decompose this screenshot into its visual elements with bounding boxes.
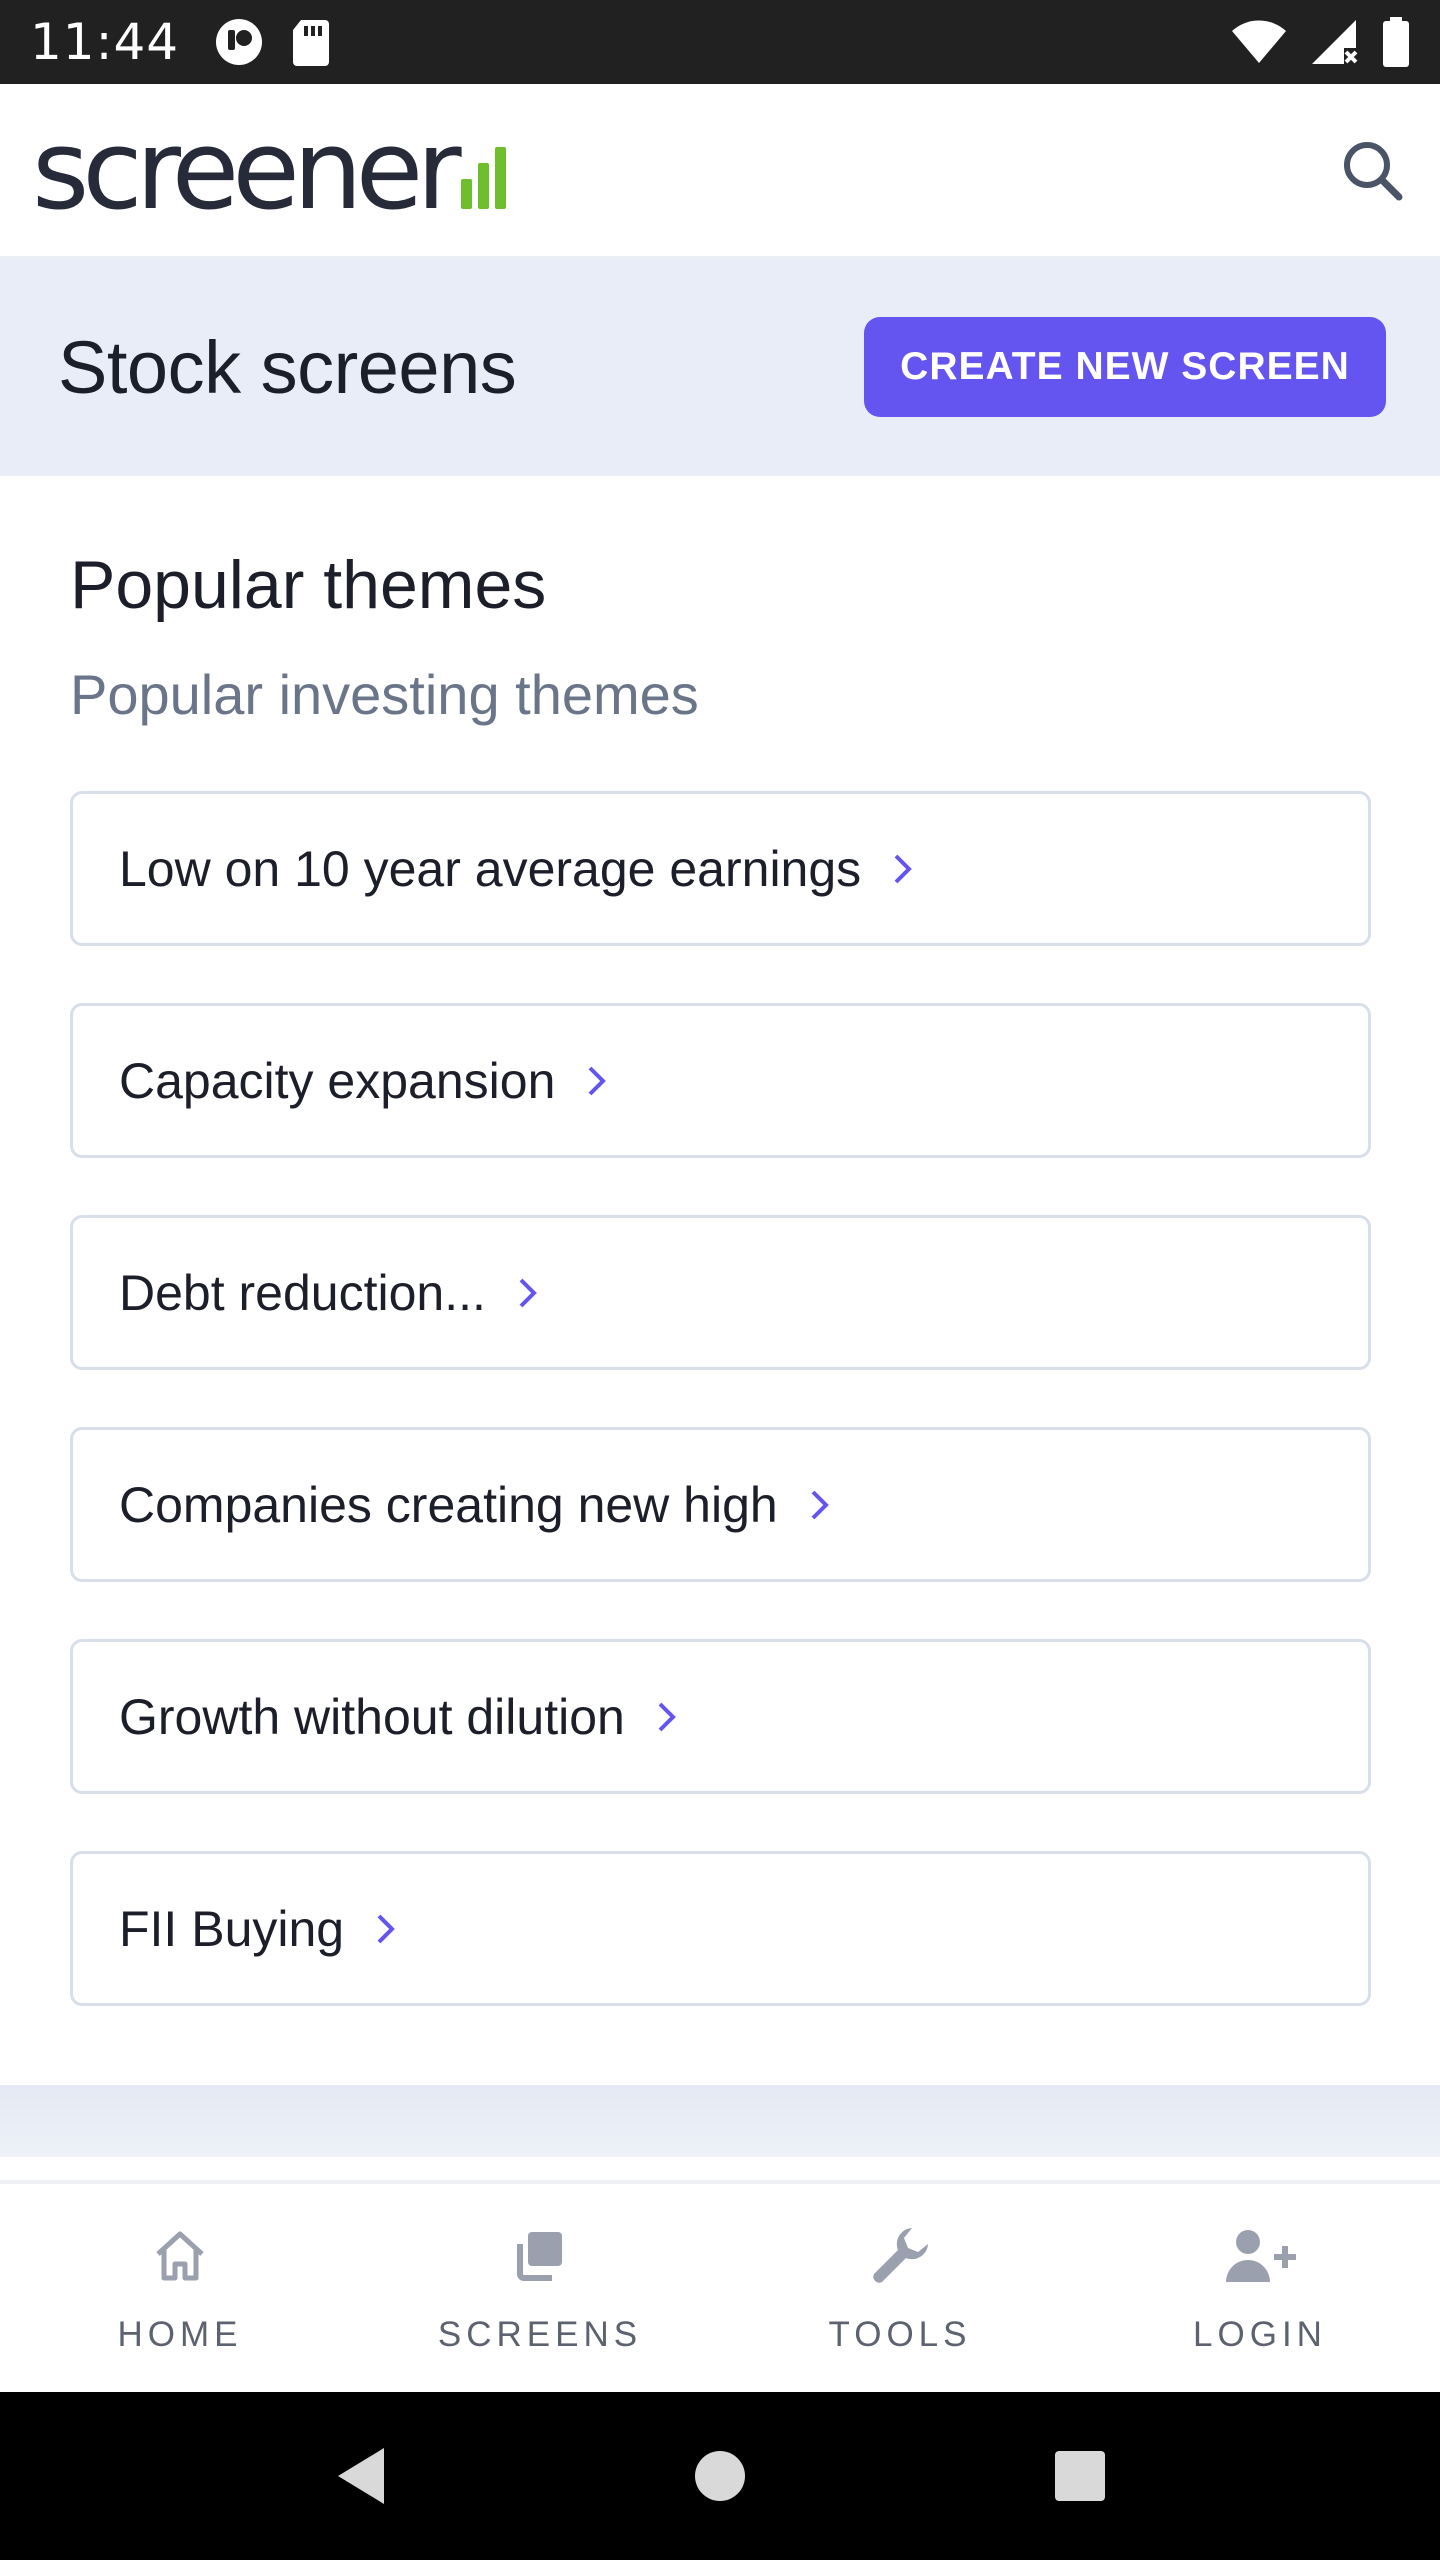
page-title: Stock screens — [58, 325, 517, 409]
nav-label: LOGIN — [1193, 2315, 1327, 2354]
theme-item-low-10yr-earnings[interactable]: Low on 10 year average earnings — [70, 791, 1371, 946]
theme-label: Growth without dilution — [119, 1688, 625, 1745]
nav-item-login[interactable]: LOGIN — [1080, 2184, 1440, 2392]
theme-label: Debt reduction... — [119, 1264, 486, 1321]
section-title: Popular themes — [70, 547, 547, 623]
bottom-nav: HOME SCREENS TOOLS LOGIN — [0, 2180, 1440, 2392]
home-button[interactable] — [540, 2448, 900, 2504]
sd-card-icon — [293, 20, 330, 66]
screener-logo[interactable]: screener — [32, 115, 506, 225]
wrench-icon — [868, 2221, 932, 2291]
logo-text: screener — [32, 106, 462, 234]
notification-app-icon — [216, 19, 263, 65]
theme-label: Low on 10 year average earnings — [119, 840, 862, 897]
nav-label: HOME — [117, 2315, 243, 2354]
chevron-right-icon — [374, 1911, 398, 1947]
theme-item-capacity-expansion[interactable]: Capacity expansion — [70, 1003, 1371, 1158]
chevron-right-icon — [585, 1063, 609, 1099]
logo-bars-icon — [460, 147, 506, 209]
signal-icon — [1312, 20, 1358, 64]
theme-label: Companies creating new high — [119, 1476, 778, 1533]
nav-label: TOOLS — [828, 2315, 972, 2354]
section-subtitle: Popular investing themes — [70, 663, 699, 726]
status-bar: 11:44 — [0, 0, 1440, 84]
section-divider — [0, 2085, 1440, 2157]
main-content: Popular themes Popular investing themes … — [0, 476, 1440, 2063]
recents-button[interactable] — [900, 2448, 1260, 2504]
status-time: 11:44 — [30, 13, 180, 71]
wifi-icon — [1232, 20, 1286, 63]
system-nav-bar — [0, 2392, 1440, 2560]
theme-label: Capacity expansion — [119, 1052, 556, 1109]
back-button[interactable] — [180, 2444, 540, 2508]
theme-item-debt-reduction[interactable]: Debt reduction... — [70, 1215, 1371, 1370]
home-circle-icon — [695, 2451, 745, 2501]
theme-item-companies-new-high[interactable]: Companies creating new high — [70, 1427, 1371, 1582]
theme-list: Low on 10 year average earnings Capacity… — [70, 791, 1371, 2006]
nav-item-home[interactable]: HOME — [0, 2184, 360, 2392]
app-header: screener — [0, 84, 1440, 258]
add-user-icon — [1222, 2221, 1298, 2291]
nav-item-screens[interactable]: SCREENS — [360, 2184, 720, 2392]
chevron-right-icon — [808, 1487, 832, 1523]
nav-label: SCREENS — [437, 2315, 643, 2354]
chevron-right-icon — [516, 1275, 540, 1311]
chevron-right-icon — [655, 1699, 679, 1735]
nav-item-tools[interactable]: TOOLS — [720, 2184, 1080, 2392]
theme-item-growth-without-dilution[interactable]: Growth without dilution — [70, 1639, 1371, 1794]
recents-icon — [1055, 2451, 1105, 2501]
home-icon — [150, 2221, 210, 2291]
status-notification-icons — [213, 16, 331, 68]
search-button[interactable] — [1332, 130, 1412, 210]
page-header-band: Stock screens CREATE NEW SCREEN — [0, 258, 1440, 476]
back-icon — [338, 2448, 384, 2504]
chevron-right-icon — [891, 851, 915, 887]
search-icon — [1344, 142, 1403, 201]
battery-icon — [1383, 17, 1409, 67]
create-new-screen-button[interactable]: CREATE NEW SCREEN — [864, 317, 1386, 417]
theme-label: FII Buying — [119, 1900, 345, 1957]
status-right — [1230, 17, 1410, 67]
theme-item-fii-buying[interactable]: FII Buying — [70, 1851, 1371, 2006]
status-left: 11:44 — [30, 13, 331, 71]
screens-icon — [510, 2221, 570, 2291]
